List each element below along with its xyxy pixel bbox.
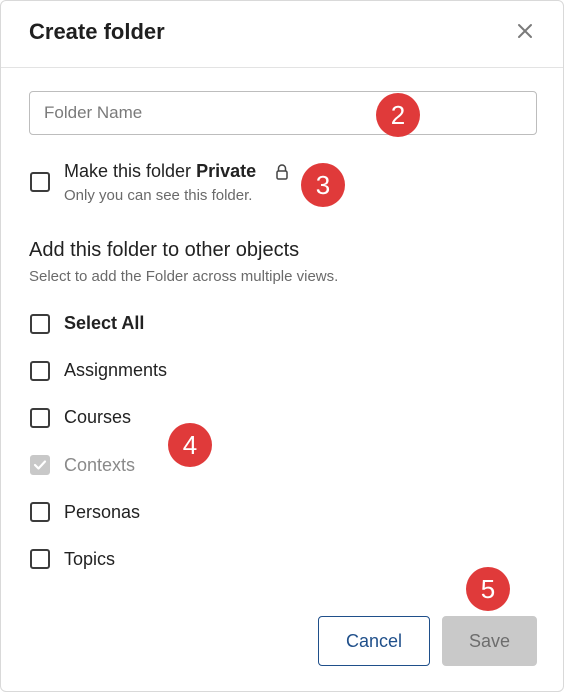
- personas-label: Personas: [64, 502, 141, 522]
- private-label-text: Make this folder: [64, 161, 197, 181]
- dialog-title: Create folder: [29, 19, 165, 44]
- private-checkbox[interactable]: [30, 172, 50, 192]
- select-all-label: Select All: [64, 313, 144, 334]
- assignments-checkbox[interactable]: [30, 361, 50, 381]
- personas-checkbox[interactable]: [30, 502, 50, 522]
- private-label-bold: Private: [196, 161, 257, 181]
- topics-checkbox[interactable]: [30, 549, 50, 569]
- private-subtext: Only you can see this folder.: [64, 187, 253, 204]
- dialog-header: Create folder: [1, 1, 563, 68]
- lock-icon: [275, 164, 289, 180]
- annotation-badge-5: 5: [466, 567, 510, 611]
- folder-name-input[interactable]: [29, 91, 537, 135]
- select-all-label-text: Select All: [64, 313, 145, 333]
- contexts-label: Contexts: [64, 455, 136, 475]
- courses-label: Courses: [64, 407, 132, 427]
- annotation-badge-4: 4: [168, 423, 212, 467]
- annotation-badge-2: 2: [376, 93, 420, 137]
- close-icon[interactable]: [515, 21, 535, 41]
- private-label: Make this folder Private: [64, 161, 256, 182]
- objects-section-title: Add this folder to other objects: [29, 239, 300, 261]
- topics-label: Topics: [64, 549, 116, 569]
- select-all-checkbox[interactable]: [30, 314, 50, 334]
- annotation-badge-3: 3: [301, 163, 345, 207]
- cancel-button[interactable]: Cancel: [318, 616, 430, 666]
- courses-checkbox[interactable]: [30, 408, 50, 428]
- save-button[interactable]: Save: [442, 616, 537, 666]
- check-icon: [33, 460, 47, 470]
- assignments-label: Assignments: [64, 360, 168, 380]
- create-folder-dialog: Create folder 2 Make this folder Private…: [0, 0, 564, 692]
- contexts-checkbox: [30, 455, 50, 475]
- objects-section-subtext: Select to add the Folder across multiple…: [29, 268, 339, 285]
